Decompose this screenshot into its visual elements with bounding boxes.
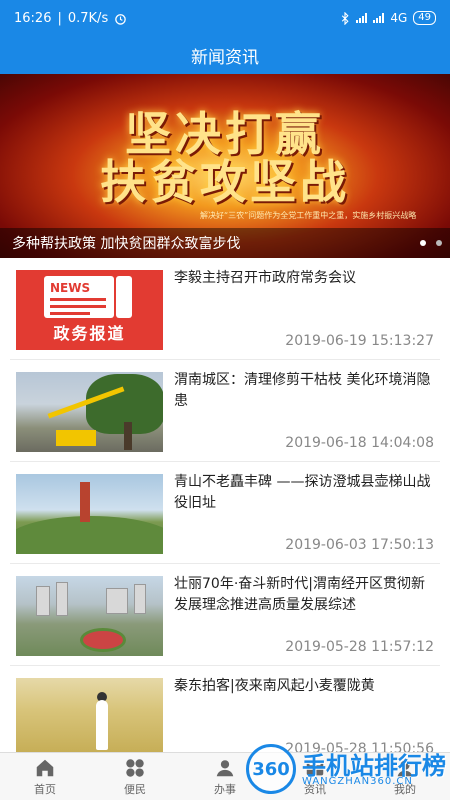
tab-label: 我的	[394, 782, 416, 796]
news-date: 2019-05-28 11:50:56	[285, 741, 434, 752]
bluetooth-icon	[342, 11, 349, 25]
bottom-tab-bar: 首页 便民 办事 资讯 我的	[0, 752, 450, 800]
battery-indicator: 49	[413, 11, 436, 25]
tab-convenience[interactable]: 便民	[90, 753, 180, 800]
page-title: 新闻资讯	[191, 47, 259, 68]
tab-services[interactable]: 办事	[180, 753, 270, 800]
grid-icon	[126, 758, 144, 777]
news-thumbnail: NEWS 政务报道	[16, 270, 163, 350]
carousel-dot[interactable]	[420, 240, 426, 246]
news-date: 2019-06-19 15:13:27	[285, 333, 434, 349]
tab-label: 办事	[214, 782, 236, 796]
tab-label: 便民	[124, 782, 146, 796]
signal-icon-2	[373, 13, 385, 23]
news-title: 李毅主持召开市政府常务会议	[174, 270, 356, 286]
carousel-dots	[420, 240, 442, 246]
banner-headline: 坚决打赢 扶贫攻坚战	[0, 110, 450, 207]
banner-caption: 多种帮扶政策 加快贫困群众致富步伐	[0, 228, 450, 258]
app-header: 新闻资讯	[0, 36, 450, 74]
list-item[interactable]: 秦东拍客|夜来南风起小麦覆陇黄 2019-05-28 11:50:56	[10, 666, 440, 752]
news-thumbnail	[16, 474, 163, 554]
list-item[interactable]: 青山不老矗丰碑 ——探访澄城县壶梯山战役旧址 2019-06-03 17:50:…	[10, 462, 440, 564]
news-thumb-label: 政务报道	[53, 324, 126, 343]
news-thumbnail	[16, 678, 163, 752]
news-title: 壮丽70年·奋斗新时代|渭南经开区贯彻新发展理念推进高质量发展综述	[174, 576, 425, 613]
person-icon	[216, 759, 234, 776]
status-bar: 16:26 | 0.7K/s 4G 49	[0, 0, 450, 36]
news-date: 2019-06-18 14:04:08	[285, 435, 434, 451]
list-item[interactable]: 渭南城区：清理修剪干枯枝 美化环境消隐患 2019-06-18 14:04:08	[10, 360, 440, 462]
status-time: 16:26	[14, 10, 52, 26]
banner-headline-line1: 坚决打赢	[125, 107, 325, 161]
tab-label: 资讯	[304, 782, 326, 796]
carousel-dot[interactable]	[436, 240, 442, 246]
tab-news[interactable]: 资讯	[270, 753, 360, 800]
alarm-icon	[115, 13, 127, 25]
news-list: NEWS 政务报道 李毅主持召开市政府常务会议 2019-06-19 15:13…	[0, 258, 450, 752]
list-item[interactable]: 壮丽70年·奋斗新时代|渭南经开区贯彻新发展理念推进高质量发展综述 2019-0…	[10, 564, 440, 666]
home-icon	[36, 759, 54, 776]
news-thumbnail	[16, 576, 163, 656]
banner-slogan: 解决好“三农”问题作为全党工作重中之重，实施乡村振兴战略	[200, 211, 417, 220]
status-speed: 0.7K/s	[67, 10, 109, 26]
news-title: 青山不老矗丰碑 ——探访澄城县壶梯山战役旧址	[174, 474, 431, 511]
list-item[interactable]: NEWS 政务报道 李毅主持召开市政府常务会议 2019-06-19 15:13…	[10, 258, 440, 360]
news-title: 秦东拍客|夜来南风起小麦覆陇黄	[174, 678, 375, 694]
tab-home[interactable]: 首页	[0, 753, 90, 800]
news-date: 2019-05-28 11:57:12	[285, 639, 434, 655]
banner-headline-line2: 扶贫攻坚战	[100, 155, 350, 210]
news-thumbnail	[16, 372, 163, 452]
news-thumb-head: NEWS	[50, 281, 91, 295]
tab-label: 首页	[34, 782, 56, 796]
tab-mine[interactable]: 我的	[360, 753, 450, 800]
news-title: 渭南城区：清理修剪干枯枝 美化环境消隐患	[174, 372, 431, 409]
news-icon	[306, 760, 324, 775]
network-type: 4G	[390, 11, 408, 25]
news-date: 2019-06-03 17:50:13	[285, 537, 434, 553]
banner-carousel[interactable]: 坚决打赢 扶贫攻坚战 解决好“三农”问题作为全党工作重中之重，实施乡村振兴战略 …	[0, 74, 450, 258]
signal-icon	[356, 13, 368, 23]
user-icon	[397, 760, 413, 776]
